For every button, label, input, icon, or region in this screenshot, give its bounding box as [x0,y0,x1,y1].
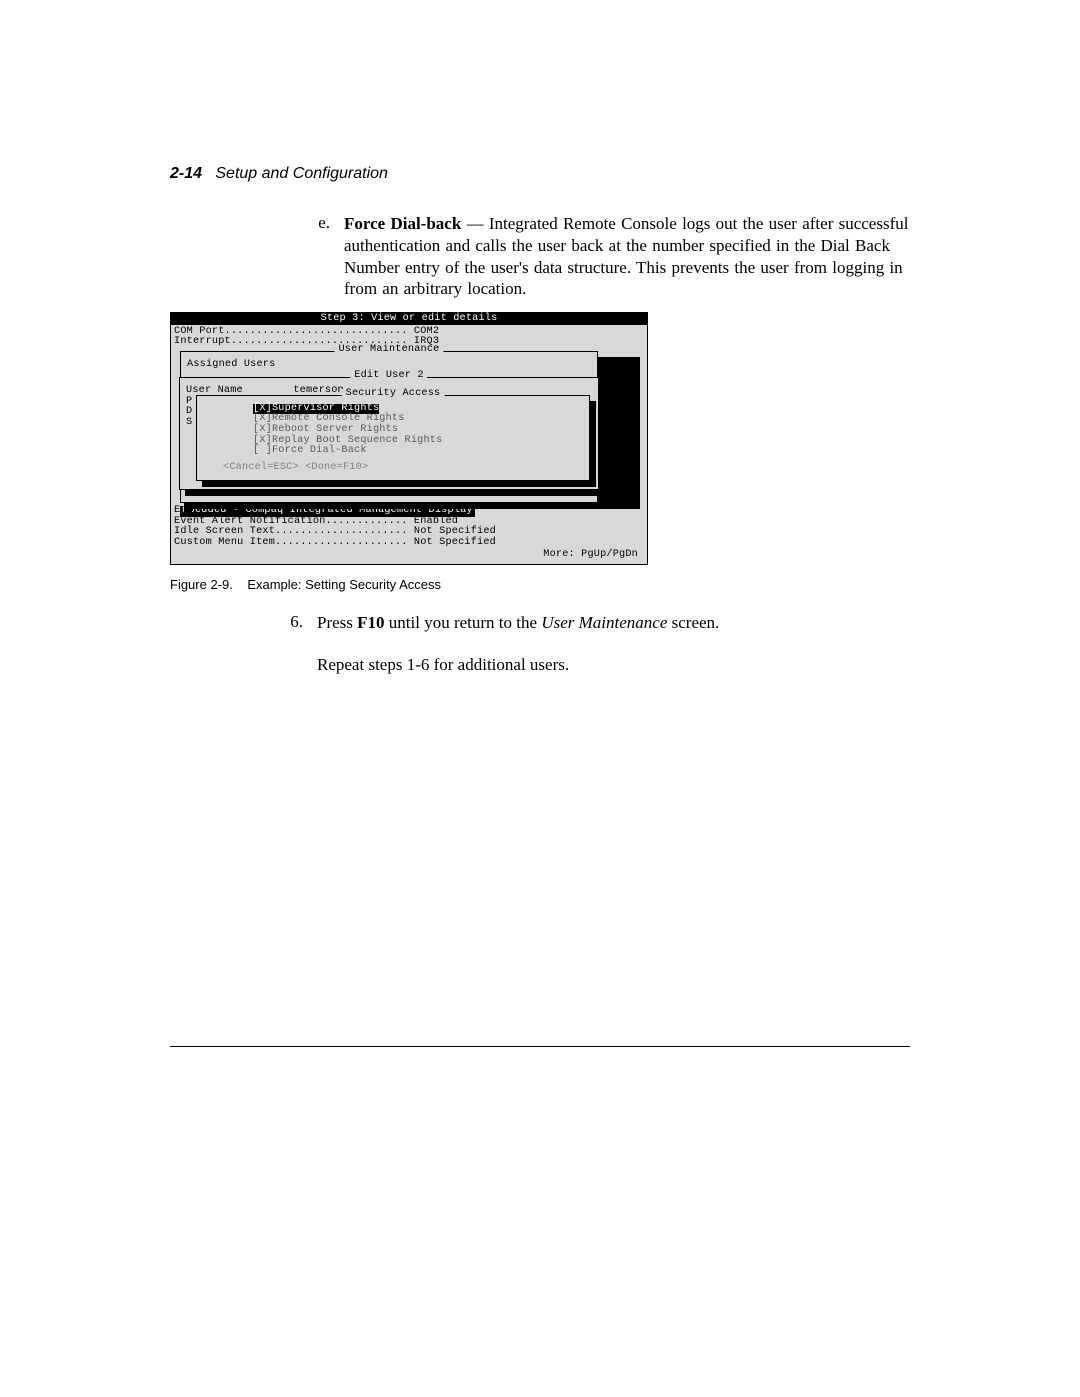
right-force-dial-back[interactable]: [ ]Force Dial-Back [253,446,579,457]
panel-legend-security: Security Access [342,389,445,400]
list-marker: e. [310,213,330,300]
embedded-custom-menu: Custom Menu Item..................... No… [174,538,644,549]
page-header: 2-14 Setup and Configuration [170,165,910,183]
panel-security-access: Security Access [X]Supervisor Rights [X]… [196,395,590,481]
step6-pre: Press [317,613,357,632]
truncated-text-ings: ings [609,463,634,474]
embedded-header-rest: mbedded - Compaq Integrated Management D… [180,506,474,517]
panel-legend-edit-user: Edit User 2 [350,371,427,382]
figure-caption: Figure 2-9. Example: Setting Security Ac… [170,577,910,592]
truncated-text-tion: tion [609,480,634,491]
repeat-instruction: Repeat steps 1-6 for additional users. [317,654,910,676]
chapter-title: Setup and Configuration [215,165,388,182]
terminal-window: Step 3: View or edit details COM Port...… [170,312,648,565]
panel-user-maintenance: User Maintenance Assigned Users Edit Use… [180,351,598,503]
step-6: 6. Press F10 until you return to the Use… [285,612,910,634]
term-force-dial-back: Force Dial-back [344,214,461,233]
screen-user-maintenance: User Maintenance [541,613,667,632]
step-6-text: Press F10 until you return to the User M… [317,612,910,634]
list-text: Force Dial-back — Integrated Remote Cons… [344,213,910,300]
rights-list: [X]Supervisor Rights [X]Remote Console R… [253,404,579,458]
dash: — [461,214,489,233]
list-item-e: e. Force Dial-back — Integrated Remote C… [310,213,910,300]
step6-mid: until you return to the [385,613,542,632]
embedded-section: Embedded - Compaq Integrated Management … [174,506,644,549]
step-6-block: 6. Press F10 until you return to the Use… [285,612,910,676]
scroll-indicator [184,503,192,517]
page-number: 2-14 [170,165,202,182]
embedded-header: Embedded - Compaq Integrated Management … [174,506,644,517]
document-page: 2-14 Setup and Configuration e. Force Di… [0,0,1080,1397]
key-f10: F10 [357,613,384,632]
footer-rule [170,1046,910,1047]
list-item-e-block: e. Force Dial-back — Integrated Remote C… [310,213,910,300]
panel-legend-user-maint: User Maintenance [334,345,443,356]
figure-2-9: Step 3: View or edit details COM Port...… [170,312,910,592]
panel-edit-user-2: Edit User 2 User Name temerson P D S Sec… [179,377,599,490]
step-6-number: 6. [285,612,303,634]
terminal-title: Step 3: View or edit details [171,313,647,325]
step6-post: screen. [667,613,719,632]
figure-title: Example: Setting Security Access [247,577,441,592]
panel-actions[interactable]: <Cancel=ESC> <Done=F10> [223,463,583,474]
figure-number: Figure 2-9. [170,577,233,592]
more-hint: More: PgUp/PgDn [174,550,644,561]
